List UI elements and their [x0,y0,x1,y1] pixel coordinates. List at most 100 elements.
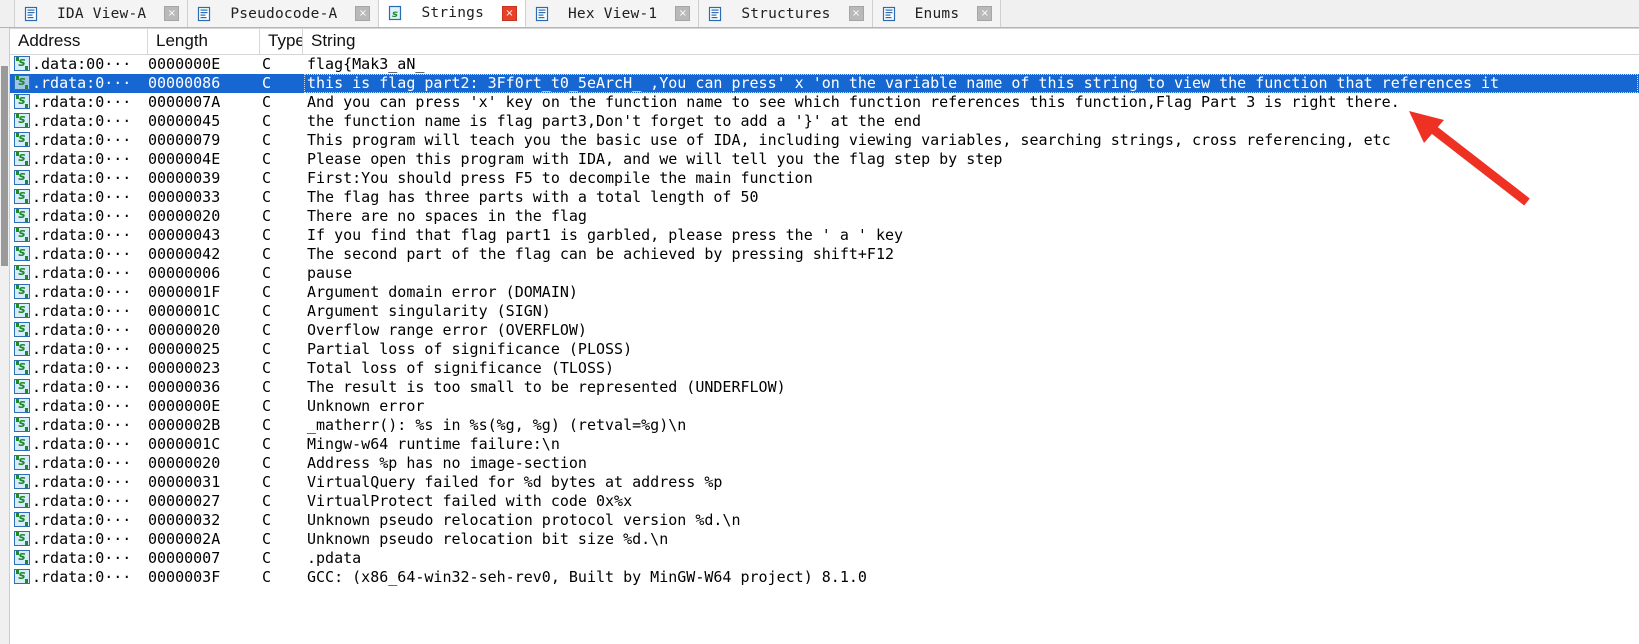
table-row[interactable]: .rdata:0···00000031C VirtualQuery failed… [10,473,1639,492]
table-row[interactable]: .rdata:0···00000020CAddress %p has no im… [10,454,1639,473]
close-icon[interactable]: × [502,6,517,21]
cell-length: 00000039 [148,169,260,188]
cell-type: C [260,321,303,340]
close-icon[interactable]: × [355,6,370,21]
cell-string: And you can press 'x' key on the functio… [303,93,1639,112]
table-row[interactable]: .rdata:0···00000023CTotal loss of signif… [10,359,1639,378]
close-icon[interactable]: × [675,6,690,21]
cell-string: pause [303,264,1639,283]
string-literal-icon [10,283,32,302]
table-row[interactable]: .rdata:0···0000001FCArgument domain erro… [10,283,1639,302]
cell-type: C [260,416,303,435]
document-icon [23,6,39,22]
table-row[interactable]: .rdata:0···00000025CPartial loss of sign… [10,340,1639,359]
table-row[interactable]: .rdata:0···00000006Cpause [10,264,1639,283]
cell-length: 00000086 [148,74,260,93]
cell-length: 00000020 [148,321,260,340]
table-row[interactable]: .rdata:0···00000027C VirtualProtect fail… [10,492,1639,511]
cell-type: C [260,359,303,378]
tab-pseudocode-a[interactable]: Pseudocode-A × [188,0,379,27]
table-row[interactable]: .rdata:0···0000002AC Unknown pseudo relo… [10,530,1639,549]
cell-string: Unknown pseudo relocation protocol versi… [303,511,1639,530]
cell-string: Partial loss of significance (PLOSS) [303,340,1639,359]
table-row[interactable]: .rdata:0···00000079CThis program will te… [10,131,1639,150]
table-row[interactable]: .rdata:0···0000007ACAnd you can press 'x… [10,93,1639,112]
cell-length: 0000000E [148,55,260,74]
cell-string: Total loss of significance (TLOSS) [303,359,1639,378]
cell-length: 00000007 [148,549,260,568]
column-header-string[interactable]: String [303,28,1639,55]
cell-address: .rdata:0··· [32,359,148,378]
cell-type: C [260,473,303,492]
string-literal-icon [10,416,32,435]
cell-address: .rdata:0··· [32,530,148,549]
table-row[interactable]: .rdata:0···00000032C Unknown pseudo relo… [10,511,1639,530]
table-row[interactable]: .rdata:0···00000043CIf you find that fla… [10,226,1639,245]
tab-hex-view-1[interactable]: Hex View-1× [526,0,699,27]
table-row[interactable]: .rdata:0···00000020CThere are no spaces … [10,207,1639,226]
tab-label: Structures [727,6,844,22]
cell-address: .rdata:0··· [32,150,148,169]
table-row[interactable]: .rdata:0···0000000ECUnknown error [10,397,1639,416]
table-row[interactable]: .rdata:0···0000003FCGCC: (x86_64-win32-s… [10,568,1639,587]
table-row[interactable]: .rdata:0···0000004ECPlease open this pro… [10,150,1639,169]
cell-length: 00000025 [148,340,260,359]
table-row[interactable]: .rdata:0···0000001CCArgument singularity… [10,302,1639,321]
cell-length: 00000006 [148,264,260,283]
close-icon[interactable]: × [849,6,864,21]
string-literal-icon [10,359,32,378]
cell-length: 0000002B [148,416,260,435]
table-row[interactable]: .rdata:0···00000045Cthe function name is… [10,112,1639,131]
string-literal-icon [10,321,32,340]
cell-string: Mingw-w64 runtime failure:\n [303,435,1639,454]
cell-string: The result is too small to be represente… [303,378,1639,397]
tab-label: Enums [901,6,974,22]
vertical-scrollbar[interactable] [0,28,10,644]
table-row[interactable]: .rdata:0···00000036CThe result is too sm… [10,378,1639,397]
string-literal-icon [10,169,32,188]
cell-type: C [260,150,303,169]
table-row[interactable]: .rdata:0···0000001CCMingw-w64 runtime fa… [10,435,1639,454]
cell-string: flag{Mak3_aN_ [303,55,1639,74]
table-row[interactable]: .rdata:0···00000042CThe second part of t… [10,245,1639,264]
table-row[interactable]: .rdata:0···00000086Cthis is flag part2: … [10,74,1639,93]
string-literal-icon [10,226,32,245]
cell-address: .rdata:0··· [32,321,148,340]
string-literal-icon [10,454,32,473]
tab-enums[interactable]: Enums× [873,0,1002,27]
close-icon[interactable]: × [977,6,992,21]
tab-bar-left-edge [0,0,15,27]
cell-string: Overflow range error (OVERFLOW) [303,321,1639,340]
string-literal-icon [10,131,32,150]
table-row[interactable]: .rdata:0···0000002BC_matherr(): %s in %s… [10,416,1639,435]
scrollbar-thumb[interactable] [1,66,8,266]
cell-length: 0000001C [148,435,260,454]
cell-type: C [260,492,303,511]
view-tab-bar[interactable]: IDA View-A×Pseudocode-A×sStrings×Hex Vie… [0,0,1639,28]
cell-string: VirtualQuery failed for %d bytes at addr… [303,473,1639,492]
cell-type: C [260,378,303,397]
cell-string: The second part of the flag can be achie… [303,245,1639,264]
table-row[interactable]: .data:00···0000000ECflag{Mak3_aN_ [10,55,1639,74]
table-row[interactable]: .rdata:0···00000039CFirst:You should pre… [10,169,1639,188]
cell-address: .rdata:0··· [32,188,148,207]
cell-length: 0000003F [148,568,260,587]
cell-type: C [260,549,303,568]
hex-view-icon [534,6,550,22]
column-header-address[interactable]: Address [10,28,148,55]
string-literal-icon [10,568,32,587]
column-header-length[interactable]: Length [148,28,260,55]
tab-ida-view-a[interactable]: IDA View-A× [15,0,188,27]
table-row[interactable]: .rdata:0···00000033CThe flag has three p… [10,188,1639,207]
table-row[interactable]: .rdata:0···00000007C.pdata [10,549,1639,568]
table-row[interactable]: .rdata:0···00000020COverflow range error… [10,321,1639,340]
close-icon[interactable]: × [164,6,179,21]
table-header-row: Address Length Type String [10,28,1639,55]
string-literal-icon [10,530,32,549]
tab-strings[interactable]: sStrings× [379,0,526,27]
tab-structures[interactable]: Structures × [699,0,872,27]
tab-label: Pseudocode-A [216,6,351,22]
cell-length: 00000020 [148,454,260,473]
string-literal-icon [10,188,32,207]
column-header-type[interactable]: Type [260,28,303,55]
